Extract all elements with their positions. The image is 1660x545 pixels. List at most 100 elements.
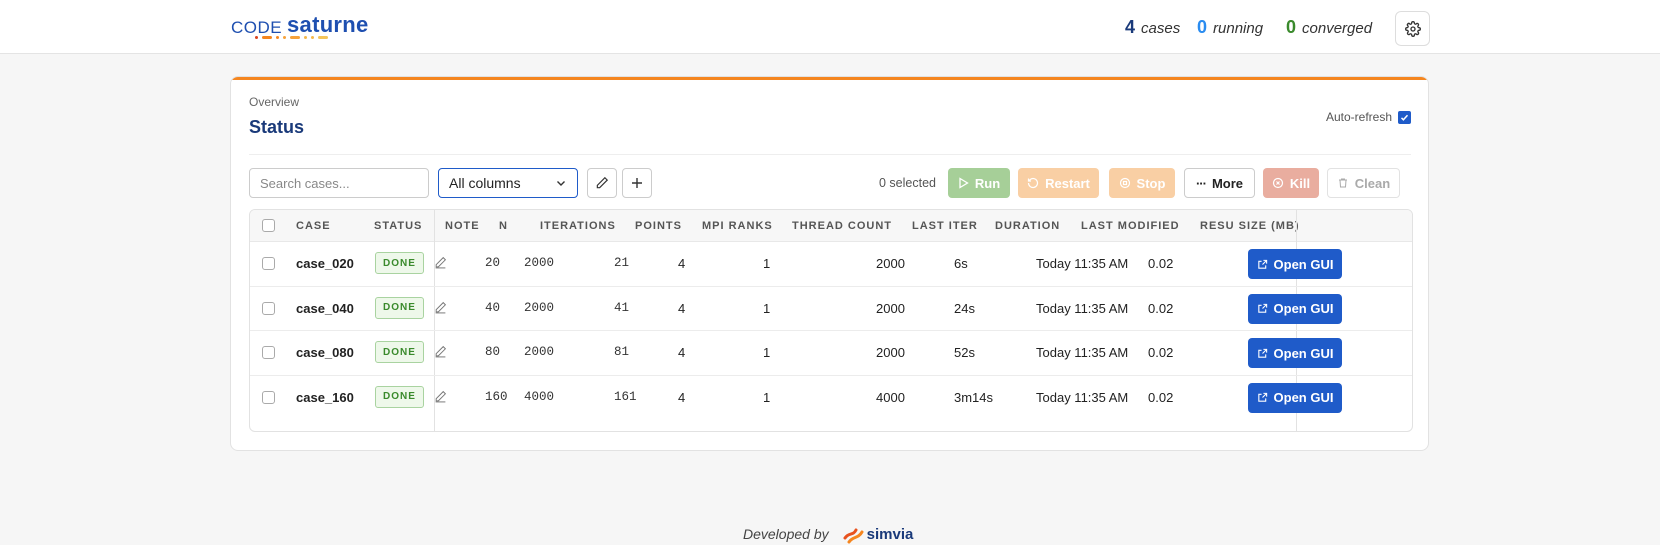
page-title: Status <box>249 117 305 137</box>
col-n[interactable]: N <box>499 220 508 232</box>
open-gui-label: Open GUI <box>1273 345 1334 361</box>
table-row[interactable]: case_080 DONE 80 2000 81 4 1 2000 52s To… <box>250 331 1412 376</box>
gear-icon <box>1404 20 1421 37</box>
more-button[interactable]: ··· More <box>1184 168 1255 198</box>
row-checkbox[interactable] <box>262 257 275 270</box>
cell-thread-count: 1 <box>763 300 771 316</box>
kill-icon <box>1272 177 1283 189</box>
external-link-icon <box>1257 303 1267 313</box>
stop-label: Stop <box>1136 175 1166 191</box>
restart-label: Restart <box>1045 175 1090 191</box>
converged-count-label: converged <box>1302 20 1373 37</box>
open-gui-button[interactable]: Open GUI <box>1248 382 1342 413</box>
case-name[interactable]: case_040 <box>296 301 354 316</box>
cell-n: 40 <box>485 300 501 315</box>
table-row[interactable]: case_020 DONE 20 2000 21 4 1 2000 6s Tod… <box>250 242 1412 287</box>
search-input[interactable] <box>249 168 429 198</box>
col-case[interactable]: CASE <box>296 220 331 232</box>
row-checkbox[interactable] <box>262 390 275 404</box>
col-duration[interactable]: DURATION <box>995 220 1060 232</box>
open-gui-label: Open GUI <box>1273 390 1334 405</box>
cell-mpi-ranks: 4 <box>678 389 686 405</box>
more-icon: ··· <box>1195 175 1207 191</box>
open-gui-label: Open GUI <box>1273 256 1334 272</box>
col-status[interactable]: STATUS <box>374 220 422 232</box>
cell-mpi-ranks: 4 <box>678 345 686 360</box>
edit-columns-button[interactable] <box>587 168 617 198</box>
chevron-down-icon <box>557 181 565 186</box>
cases-table: CASE STATUS NOTE N ITERATIONS POINTS MPI… <box>249 209 1413 432</box>
cell-last-modified: Today 11:35 AM <box>1036 256 1129 271</box>
converged-count-value: 0 <box>1286 17 1297 37</box>
table-header: CASE STATUS NOTE N ITERATIONS POINTS MPI… <box>250 210 1412 242</box>
status-badge: DONE <box>375 341 424 363</box>
cell-last-iter: 2000 <box>876 345 905 360</box>
case-name[interactable]: case_160 <box>296 390 354 405</box>
status-card: Overview Status Auto-refresh All columns… <box>230 76 1429 451</box>
logo-dots <box>255 36 355 40</box>
select-all-checkbox[interactable] <box>262 219 275 232</box>
settings-button[interactable] <box>1395 11 1430 46</box>
cell-last-modified: Today 11:35 AM <box>1036 300 1129 316</box>
columns-select[interactable]: All columns <box>438 168 578 198</box>
open-gui-button[interactable]: Open GUI <box>1248 293 1342 324</box>
open-gui-button[interactable]: Open GUI <box>1248 249 1342 279</box>
stop-icon <box>1119 177 1130 189</box>
note-edit-button[interactable] <box>434 345 447 361</box>
table-row[interactable]: case_040 DONE 40 2000 41 4 1 2000 24s To… <box>250 287 1412 331</box>
run-button[interactable]: Run <box>948 168 1010 198</box>
status-badge: DONE <box>375 252 424 274</box>
cell-resu-size: 0.02 <box>1148 256 1174 271</box>
row-checkbox[interactable] <box>262 301 275 315</box>
autorefresh-toggle[interactable]: Auto-refresh <box>1326 110 1411 124</box>
cell-points: 161 <box>614 389 637 404</box>
autorefresh-checkbox[interactable] <box>1398 110 1411 124</box>
case-name[interactable]: case_080 <box>296 345 354 360</box>
running-count-label: running <box>1213 20 1264 37</box>
case-name[interactable]: case_020 <box>296 256 354 271</box>
col-resu-size[interactable]: RESU SIZE (MB) <box>1200 220 1300 232</box>
col-mpi-ranks[interactable]: MPI RANKS <box>702 220 773 232</box>
open-gui-button[interactable]: Open GUI <box>1248 338 1342 368</box>
status-badge: DONE <box>375 385 424 408</box>
cell-duration: 6s <box>954 256 968 271</box>
simvia-brand-text: simvia <box>866 525 914 543</box>
note-edit-button[interactable] <box>434 301 447 317</box>
converged-count: 0 converged <box>1286 17 1372 38</box>
simvia-logo[interactable]: simvia <box>843 524 914 544</box>
check-icon <box>1400 114 1409 121</box>
cell-iterations: 2000 <box>524 256 555 270</box>
col-last-modified[interactable]: LAST MODIFIED <box>1081 220 1180 232</box>
col-iterations[interactable]: ITERATIONS <box>540 220 616 232</box>
cell-last-iter: 2000 <box>876 300 905 316</box>
kill-label: Kill <box>1289 175 1311 191</box>
col-thread-count[interactable]: THREAD COUNT <box>792 220 892 232</box>
cell-resu-size: 0.02 <box>1148 345 1174 360</box>
status-badge: DONE <box>375 296 424 319</box>
col-note[interactable]: NOTE <box>445 220 480 232</box>
cell-resu-size: 0.02 <box>1148 389 1174 405</box>
running-count: 0 running <box>1197 17 1263 38</box>
cell-n: 80 <box>485 345 501 359</box>
cell-n: 20 <box>485 256 501 270</box>
add-column-button[interactable] <box>622 168 652 198</box>
table-row[interactable]: case_160 DONE 160 4000 161 4 1 4000 3m14… <box>250 376 1412 421</box>
restart-button[interactable]: Restart <box>1018 168 1099 198</box>
cell-last-modified: Today 11:35 AM <box>1036 389 1129 405</box>
running-count-value: 0 <box>1197 17 1208 37</box>
clean-button[interactable]: Clean <box>1327 168 1400 198</box>
stop-button[interactable]: Stop <box>1109 168 1175 198</box>
simvia-mark-icon <box>843 528 864 544</box>
col-last-iter[interactable]: LAST ITER <box>912 220 978 232</box>
pencil-icon <box>435 390 447 402</box>
col-points[interactable]: POINTS <box>635 220 682 232</box>
cell-duration: 3m14s <box>954 389 994 405</box>
row-checkbox[interactable] <box>262 346 275 359</box>
kill-button[interactable]: Kill <box>1263 168 1319 198</box>
run-label: Run <box>974 175 1001 191</box>
note-edit-button[interactable] <box>434 390 447 406</box>
open-gui-label: Open GUI <box>1273 301 1334 316</box>
note-edit-button[interactable] <box>434 256 447 272</box>
cell-duration: 24s <box>954 300 975 316</box>
overview-label: Overview <box>249 95 300 109</box>
